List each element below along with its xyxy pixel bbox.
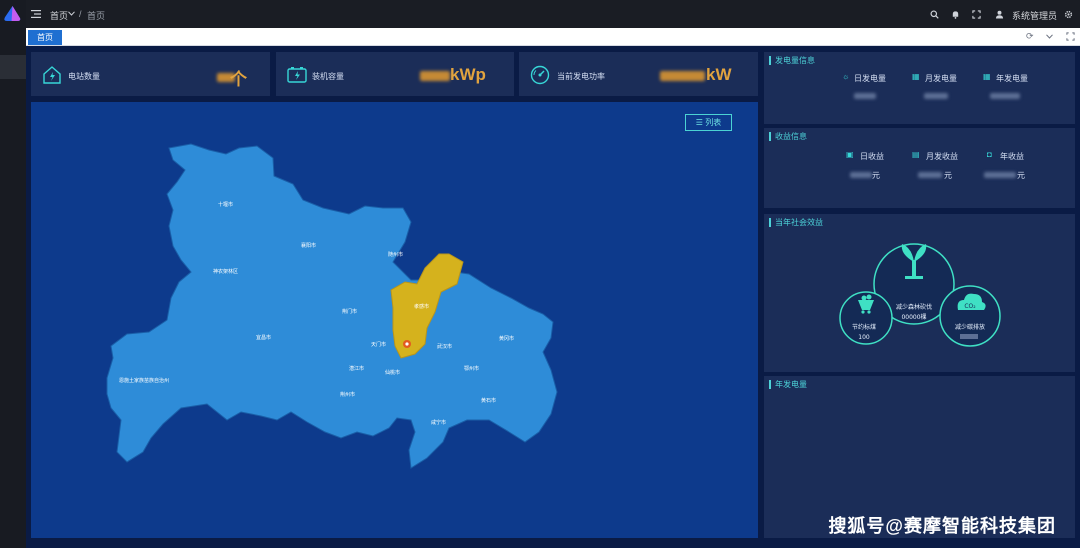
station-count-card[interactable]: 电站数量 个 [31,52,270,96]
user-name[interactable]: 系统管理员 [1012,9,1057,22]
current-power-label: 当前发电功率 [557,72,605,81]
city-label: 鄂州市 [464,365,479,372]
trees-value: 00000棵 [901,313,926,321]
monthly-generation-masked-value [924,93,948,99]
social-benefit-panel: 当年社会效益 减少森林砍伐 00000棵 节约标煤 100 CO₂ 减少碳排放 [764,214,1075,372]
map-pin-icon[interactable] [403,340,411,348]
current-power-value: kW [706,65,732,84]
co2-masked-value [960,334,978,339]
daily-income-label: 日收益 [860,152,884,161]
annual-panel-title: 年发电量 [769,380,807,389]
city-label: 仙桃市 [385,369,400,376]
sidebar-item-home[interactable] [0,55,26,79]
city-label: 黄石市 [481,397,496,404]
trees-label: 减少森林砍伐 [896,303,932,311]
province-shape[interactable] [106,143,558,469]
installed-capacity-card[interactable]: 装机容量 kWp [276,52,514,96]
maximize-content-icon[interactable] [1066,32,1075,41]
search-icon[interactable] [930,10,939,19]
city-label: 咸宁市 [431,419,446,426]
calendar-month-icon: ▦ [912,72,920,81]
app-logo-icon[interactable] [3,5,22,22]
installed-capacity-label: 装机容量 [312,72,344,81]
city-label: 宜昌市 [256,334,271,341]
coal-label: 节约标煤 [852,323,876,331]
list-icon: ☰ [695,118,706,127]
city-label: 神农架林区 [213,268,238,275]
daily-income-unit: 元 [872,171,880,180]
breadcrumb-root[interactable]: 首页 [50,9,68,22]
installed-capacity-value: kWp [450,65,486,84]
city-label: 天门市 [371,341,386,348]
breadcrumb-current: 首页 [87,11,106,21]
bell-icon[interactable] [951,10,960,19]
monthly-income-label: 月发收益 [926,152,958,161]
city-label: 荆门市 [342,308,357,315]
yearly-income-unit: 元 [1017,171,1025,180]
monthly-income-masked-value [918,172,942,178]
coal-value: 100 [858,334,870,341]
city-label: 襄阳市 [301,242,316,249]
tab-home[interactable]: 首页 [28,30,62,45]
installed-capacity-masked-value [420,71,450,81]
monthly-generation-label: 月发电量 [925,74,957,83]
hubei-province-map[interactable]: 十堰市 襄阳市 随州市 神农架林区 荆门市 宜昌市 孝感市 天门市 武汉市 黄冈… [31,102,758,538]
power-panel-title: 发电量信息 [769,56,815,65]
current-power-masked-value [660,71,705,81]
current-power-card[interactable]: 当前发电功率 kW [519,52,758,96]
co2-label: 减少碳排放 [955,323,985,331]
city-label: 孝感市 [414,303,429,310]
social-benefit-bubbles: 减少森林砍伐 00000棵 节约标煤 100 CO₂ 减少碳排放 [839,243,1001,347]
daily-generation-label: 日发电量 [854,74,886,83]
money-icon: ▤ [912,150,920,159]
station-count-label: 电站数量 [68,72,100,81]
battery-bolt-icon [287,67,307,83]
city-label: 恩施土家族苗族自治州 [119,377,169,384]
city-label: 黄冈市 [499,335,514,342]
breadcrumb-separator: / [79,9,82,19]
refresh-icon[interactable]: ⟳ [1026,31,1034,42]
station-count-value: 个 [230,70,247,89]
gauge-icon [530,65,550,85]
tab-dropdown-chevron-icon[interactable] [1046,34,1053,39]
wallet-icon: ▣ [846,150,854,159]
yearly-generation-masked-value [990,93,1020,99]
daily-generation-masked-value [854,93,876,99]
yearly-income-masked-value [984,172,1016,178]
settings-gear-icon[interactable] [1064,10,1073,19]
watermark: 搜狐号@赛摩智能科技集团 [828,516,1056,536]
calendar-year-icon: ▦ [983,72,991,81]
daily-income-masked-value [850,172,872,178]
menu-collapse-icon[interactable] [31,9,41,19]
sun-icon: ☼ [842,72,850,81]
sidebar [0,0,26,548]
city-label: 武汉市 [437,343,452,350]
monthly-income-unit: 元 [944,171,952,180]
list-view-button[interactable]: ☰ 列表 [685,114,732,131]
power-info-panel: 发电量信息 ☼ 日发电量 ▦ 月发电量 ▦ 年发电量 [764,52,1075,124]
yearly-generation-label: 年发电量 [996,74,1028,83]
province-map-panel: 十堰市 襄阳市 随州市 神农架林区 荆门市 宜昌市 孝感市 天门市 武汉市 黄冈… [31,102,758,538]
city-label: 荆州市 [340,391,355,398]
chevron-down-icon[interactable] [68,11,75,16]
top-navigation-bar: 首页 / 首页 系统管理员 [26,0,1080,28]
city-label: 潜江市 [349,365,364,372]
city-label: 十堰市 [218,201,233,208]
income-info-panel: 收益信息 ▣ 日收益 元 ▤ 月发收益 元 ◘ 年收益 元 [764,128,1075,208]
piggy-bank-icon: ◘ [987,150,992,159]
user-avatar-icon[interactable] [995,10,1004,19]
income-panel-title: 收益信息 [769,132,807,141]
list-button-label: 列表 [705,118,722,127]
tabs-bar: 首页 ⟳ [26,28,1080,46]
fullscreen-icon[interactable] [972,10,981,19]
house-lightning-icon [43,66,61,84]
co2-badge: CO₂ [964,303,976,310]
city-label: 随州市 [388,251,403,258]
yearly-income-label: 年收益 [1000,152,1024,161]
